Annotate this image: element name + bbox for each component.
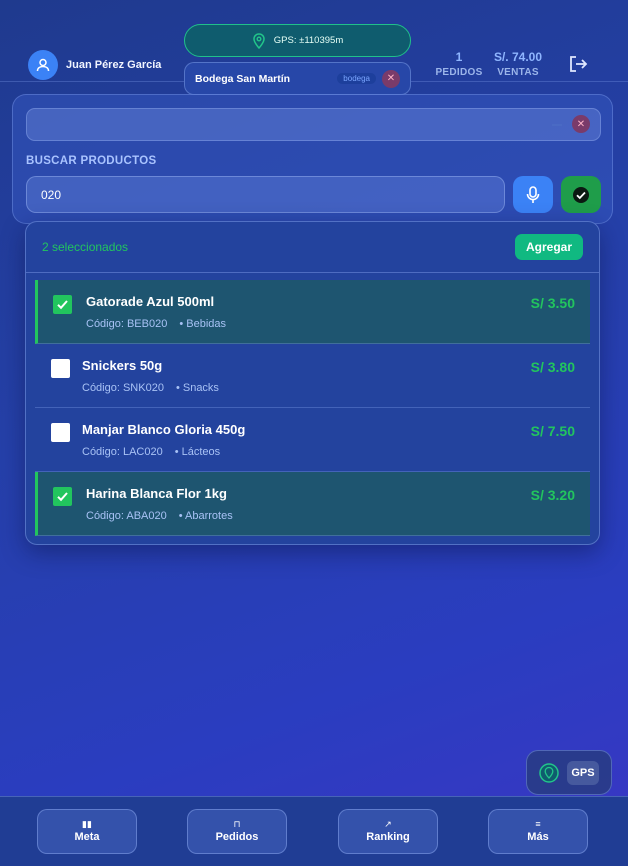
product-price: S/ 3.50 [530,295,575,311]
product-price: S/ 3.80 [530,359,575,375]
product-price: S/ 3.20 [530,487,575,503]
top-header: Juan Pérez García GPS: ±110395m Bodega S… [0,0,628,95]
product-category: • Lácteos [174,446,221,458]
logout-icon[interactable] [568,55,588,78]
voice-search-button[interactable] [513,176,553,213]
store-type-badge: bodega [337,73,376,84]
product-item[interactable]: Harina Blanca Flor 1kg Código: ABA020 • … [35,472,590,536]
selected-count: 2 seleccionados [42,240,129,254]
product-item[interactable]: Gatorade Azul 500ml Código: BEB020 • Beb… [35,280,590,344]
trend-up-icon: ↗ [384,819,392,829]
nav-ranking-label: Ranking [366,831,410,843]
bottom-navigation: ▮▮ Meta ⊓ Pedidos ↗ Ranking ≡ Más [0,796,628,866]
store-name: Bodega San Martín [195,72,291,85]
product-meta: Código: SNK020 • Snacks [82,382,219,394]
stat-orders: 1 PEDIDOS [434,50,484,78]
user-profile[interactable]: Juan Pérez García [28,50,161,80]
user-avatar-icon [28,50,58,80]
sales-amount: S/. 74.00 [493,50,543,64]
product-item[interactable]: Manjar Blanco Gloria 450g Código: LAC020… [35,408,590,472]
location-pin-icon [253,32,265,49]
user-name: Juan Pérez García [66,59,162,71]
bar-chart-icon: ▮▮ [82,819,92,829]
client-field[interactable]: ✕ [26,108,601,141]
product-search-input[interactable]: 020 [26,176,505,213]
check-circle-icon [573,186,589,203]
nav-mas-label: Más [527,831,549,843]
product-category: • Abarrotes [178,510,233,522]
dash-indicator [552,124,562,126]
checkbox-unchecked[interactable] [51,359,70,378]
product-category: • Snacks [175,382,219,394]
product-code: Código: BEB020 [86,318,168,330]
product-code: Código: LAC020 [82,446,163,458]
nav-meta[interactable]: ▮▮ Meta [37,809,137,854]
location-pin-icon [539,762,560,783]
product-code: Código: SNK020 [82,382,164,394]
product-category: • Bebidas [179,318,227,330]
stat-sales: S/. 74.00 VENTAS [488,50,548,78]
nav-ranking[interactable]: ↗ Ranking [338,809,438,854]
orders-label: PEDIDOS [435,67,483,78]
product-item[interactable]: Snickers 50g Código: SNK020 • Snacks S/ … [35,344,590,408]
gps-floating-button[interactable]: GPS [526,750,612,795]
search-results-dropdown: 2 seleccionados Agregar Gatorade Azul 50… [25,221,600,545]
microphone-icon [526,185,540,203]
results-header: 2 seleccionados Agregar [26,222,599,273]
results-list: Gatorade Azul 500ml Código: BEB020 • Beb… [26,273,599,536]
search-label: BUSCAR PRODUCTOS [26,155,157,167]
nav-pedidos-label: Pedidos [215,831,259,843]
menu-icon: ≡ [535,819,541,829]
checkbox-checked[interactable] [53,487,72,506]
clear-field-close-icon[interactable]: ✕ [572,115,590,133]
orders-count: 1 [455,50,463,64]
gps-button-label: GPS [567,760,599,785]
nav-meta-label: Meta [74,831,100,843]
product-meta: Código: BEB020 • Bebidas [86,318,226,330]
product-meta: Código: ABA020 • Abarrotes [86,510,233,522]
product-code: Código: ABA020 [86,510,167,522]
product-name: Harina Blanca Flor 1kg [86,486,227,501]
add-selected-button[interactable]: Agregar [514,234,583,260]
check-icon [57,492,68,502]
product-meta: Código: LAC020 • Lácteos [82,446,220,458]
nav-pedidos[interactable]: ⊓ Pedidos [187,809,287,854]
gps-text: GPS: ±110395m [273,35,344,46]
product-name: Snickers 50g [82,358,163,373]
lock-icon: ⊓ [233,819,241,829]
product-name: Manjar Blanco Gloria 450g [82,422,246,437]
checkbox-unchecked[interactable] [51,423,70,442]
check-icon [57,300,68,310]
checkbox-checked[interactable] [53,295,72,314]
clear-store-close-icon[interactable]: ✕ [382,69,400,88]
product-price: S/ 7.50 [530,423,575,439]
sales-label: VENTAS [497,67,539,78]
confirm-search-button[interactable] [561,176,601,213]
store-selector[interactable]: Bodega San Martín bodega ✕ [184,62,411,95]
search-panel: ✕ BUSCAR PRODUCTOS 020 [12,94,613,224]
nav-mas[interactable]: ≡ Más [488,809,588,854]
gps-status-pill[interactable]: GPS: ±110395m [184,24,411,57]
product-name: Gatorade Azul 500ml [86,294,215,309]
